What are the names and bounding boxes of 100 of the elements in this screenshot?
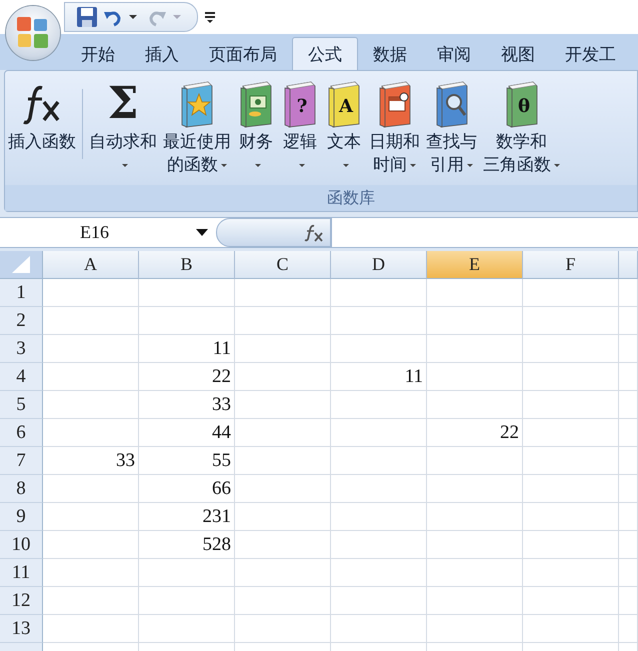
table-cell[interactable]: [43, 587, 139, 615]
row-header[interactable]: 11: [0, 559, 43, 587]
ribbon-tab[interactable]: 公式: [292, 37, 358, 70]
table-cell[interactable]: [331, 531, 427, 559]
ribbon-tab[interactable]: 开发工: [550, 38, 631, 70]
table-cell[interactable]: 528: [139, 531, 235, 559]
row-header[interactable]: 3: [0, 335, 43, 363]
table-cell[interactable]: [331, 335, 427, 363]
row-header[interactable]: 5: [0, 391, 43, 419]
table-cell[interactable]: 33: [43, 447, 139, 475]
table-cell[interactable]: [523, 363, 619, 391]
row-header[interactable]: 10: [0, 531, 43, 559]
table-cell[interactable]: [235, 587, 331, 615]
table-cell[interactable]: [523, 475, 619, 503]
table-cell[interactable]: [43, 475, 139, 503]
column-header[interactable]: [619, 251, 638, 279]
table-cell[interactable]: [523, 335, 619, 363]
column-header[interactable]: C: [235, 251, 331, 279]
table-cell[interactable]: [619, 391, 638, 419]
table-cell[interactable]: [619, 587, 638, 615]
table-cell[interactable]: [139, 559, 235, 587]
table-cell[interactable]: [331, 587, 427, 615]
ribbon-tab[interactable]: 数据: [358, 38, 422, 70]
ribbon-tab[interactable]: 页面布局: [194, 38, 292, 70]
table-cell[interactable]: [235, 307, 331, 335]
row-header[interactable]: 4: [0, 363, 43, 391]
table-cell[interactable]: [235, 363, 331, 391]
table-cell[interactable]: [523, 391, 619, 419]
insert-function-button[interactable]: [216, 218, 331, 247]
table-cell[interactable]: [235, 475, 331, 503]
table-cell[interactable]: [331, 307, 427, 335]
table-cell[interactable]: [139, 279, 235, 307]
table-cell[interactable]: [139, 615, 235, 643]
ribbon-button[interactable]: 插入函数: [5, 77, 79, 185]
column-header[interactable]: F: [523, 251, 619, 279]
row-header[interactable]: 6: [0, 419, 43, 447]
table-cell[interactable]: [619, 447, 638, 475]
row-header[interactable]: 2: [0, 307, 43, 335]
table-cell[interactable]: [427, 559, 523, 587]
row-header[interactable]: 8: [0, 475, 43, 503]
table-cell[interactable]: [523, 531, 619, 559]
select-all-button[interactable]: [0, 251, 43, 279]
table-cell[interactable]: [331, 559, 427, 587]
table-cell[interactable]: [235, 419, 331, 447]
table-cell[interactable]: [43, 503, 139, 531]
ribbon-button[interactable]: A 文本: [322, 77, 366, 185]
table-cell[interactable]: [427, 391, 523, 419]
table-cell[interactable]: [43, 419, 139, 447]
ribbon-button[interactable]: 日期和 时间: [366, 77, 423, 185]
table-cell[interactable]: [139, 307, 235, 335]
table-cell[interactable]: 22: [139, 363, 235, 391]
table-cell[interactable]: [523, 559, 619, 587]
ribbon-tab[interactable]: 插入: [130, 38, 194, 70]
table-cell[interactable]: [331, 391, 427, 419]
table-cell[interactable]: [523, 419, 619, 447]
table-cell[interactable]: [235, 391, 331, 419]
row-header[interactable]: 7: [0, 447, 43, 475]
table-cell[interactable]: [331, 279, 427, 307]
table-cell[interactable]: [43, 279, 139, 307]
ribbon-button[interactable]: ? 逻辑: [278, 77, 322, 185]
table-cell[interactable]: 44: [139, 419, 235, 447]
ribbon-button[interactable]: Σ 自动求和: [86, 77, 160, 185]
table-cell[interactable]: [43, 391, 139, 419]
row-header[interactable]: 13: [0, 615, 43, 643]
table-cell[interactable]: [523, 587, 619, 615]
table-cell[interactable]: [43, 307, 139, 335]
table-cell[interactable]: [427, 335, 523, 363]
ribbon-tab[interactable]: 审阅: [422, 38, 486, 70]
column-header[interactable]: E: [427, 251, 523, 279]
table-cell[interactable]: [523, 447, 619, 475]
caret-icon[interactable]: [129, 15, 137, 19]
column-header[interactable]: A: [43, 251, 139, 279]
column-header[interactable]: B: [139, 251, 235, 279]
table-cell[interactable]: [235, 559, 331, 587]
table-cell[interactable]: [43, 363, 139, 391]
table-cell[interactable]: [427, 447, 523, 475]
save-icon[interactable]: [75, 6, 99, 28]
table-cell[interactable]: [331, 419, 427, 447]
table-cell[interactable]: [43, 615, 139, 643]
table-cell[interactable]: [619, 419, 638, 447]
table-cell[interactable]: [235, 335, 331, 363]
table-cell[interactable]: [619, 307, 638, 335]
table-cell[interactable]: [523, 615, 619, 643]
table-cell[interactable]: [43, 559, 139, 587]
table-cell[interactable]: [427, 363, 523, 391]
table-cell[interactable]: 11: [331, 363, 427, 391]
table-cell[interactable]: [235, 503, 331, 531]
table-cell[interactable]: [619, 615, 638, 643]
table-cell[interactable]: [619, 531, 638, 559]
table-cell[interactable]: [331, 503, 427, 531]
table-cell[interactable]: [427, 503, 523, 531]
table-cell[interactable]: [427, 587, 523, 615]
table-cell[interactable]: [427, 279, 523, 307]
row-header[interactable]: 12: [0, 587, 43, 615]
table-cell[interactable]: [331, 447, 427, 475]
table-cell[interactable]: 231: [139, 503, 235, 531]
table-cell[interactable]: [331, 615, 427, 643]
ribbon-button[interactable]: 查找与 引用: [423, 77, 480, 185]
table-cell[interactable]: [619, 503, 638, 531]
table-cell[interactable]: [523, 307, 619, 335]
